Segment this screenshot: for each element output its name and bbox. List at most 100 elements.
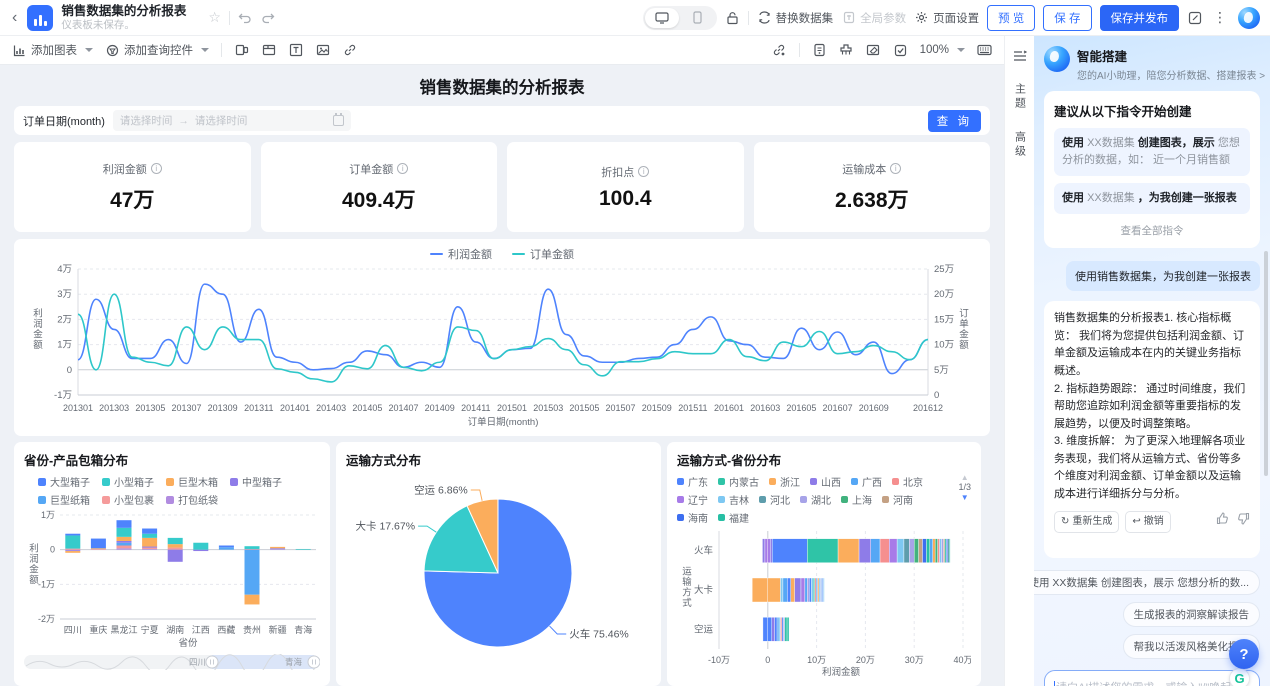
suggestion-chip[interactable]: 使用 XX数据集 ，为我创建一张报表 <box>1054 183 1250 215</box>
legend-item[interactable]: 广西 <box>851 474 882 489</box>
thumbs-up-icon[interactable] <box>1216 512 1229 532</box>
zoom-select[interactable]: 100% <box>920 44 965 56</box>
legend-item[interactable]: 巨型木箱 <box>166 474 218 489</box>
save-button[interactable]: 保 存 <box>1043 4 1092 31</box>
help-button[interactable]: ? <box>1229 639 1259 669</box>
pager-down-icon[interactable]: ▼ <box>961 493 969 502</box>
kpi-card-profit[interactable]: 利润金额 i 47万 <box>14 142 251 232</box>
svg-text:-1万: -1万 <box>54 390 72 401</box>
redo-icon[interactable] <box>261 10 276 25</box>
page-settings-button[interactable]: 页面设置 <box>914 10 979 26</box>
add-query-control-button[interactable]: 添加查询控件 <box>105 42 209 58</box>
keyboard-icon[interactable] <box>977 43 992 58</box>
link-settings-icon[interactable] <box>772 43 787 58</box>
global-params-button[interactable]: 全局参数 <box>841 10 906 26</box>
back-chevron-icon[interactable]: ‹ <box>10 9 19 27</box>
edit-icon[interactable] <box>1187 10 1202 25</box>
datazoom-slider[interactable]: 四川 青海 <box>24 653 321 679</box>
legend-item[interactable]: 山西 <box>810 474 841 489</box>
eraser-icon[interactable] <box>866 43 881 58</box>
save-publish-button[interactable]: 保存并发布 <box>1099 4 1179 31</box>
svg-text:订单金额: 订单金额 <box>959 308 969 351</box>
legend-item[interactable]: 小型箱子 <box>102 474 154 489</box>
refresh-icon: ↻ <box>1061 515 1070 527</box>
preview-button[interactable]: 预 览 <box>987 4 1036 31</box>
thumbs-down-icon[interactable] <box>1237 512 1250 532</box>
kpi-card-discount[interactable]: 折扣点 i 100.4 <box>507 142 744 232</box>
theme-tab[interactable]: 主题 <box>1012 83 1028 111</box>
svg-text:0: 0 <box>934 390 939 401</box>
tab-icon[interactable] <box>261 43 276 58</box>
regenerate-button[interactable]: ↻ 重新生成 <box>1054 510 1120 533</box>
ai-panel-subtitle[interactable]: 您的AI小助理，陪您分析数据、搭建报表 > <box>1077 67 1265 82</box>
mobile-icon[interactable] <box>681 8 715 28</box>
start-date-placeholder: 请选择时间 <box>119 115 173 127</box>
undo-icon[interactable] <box>238 10 253 25</box>
device-toggle[interactable] <box>642 5 717 30</box>
svg-text:201311: 201311 <box>244 403 273 413</box>
legend-item[interactable]: 大型箱子 <box>38 474 90 489</box>
transport-province-card[interactable]: 运输方式-省份分布 广东 内蒙古 浙江 山西 广西 北京 辽宁 吉林 河北 湖北 上海 河南 海南 福建 … <box>667 442 981 686</box>
date-range-input[interactable]: 请选择时间 → 请选择时间 <box>112 110 351 131</box>
svg-text:运输方式: 运输方式 <box>682 566 692 609</box>
clean-canvas-icon[interactable] <box>839 43 854 58</box>
legend-item[interactable]: 小型包裹 <box>102 492 154 507</box>
legend-item[interactable]: 浙江 <box>769 474 800 489</box>
trend-chart-card[interactable]: 利润金额 订单金额 4万 25万 3万 20万 2万 15万 1万 10万 0 5万 -1万 0 2013… <box>14 239 990 436</box>
legend-item[interactable]: 利润金额 <box>430 246 492 262</box>
advanced-tab[interactable]: 高级 <box>1012 131 1028 159</box>
doc-title: 销售数据集的分析报表 <box>61 4 187 19</box>
quick-command-chip[interactable]: 生成报表的洞察解读报告 <box>1122 602 1260 628</box>
legend-item[interactable]: 吉林 <box>718 492 749 507</box>
suggestion-chip[interactable]: 使用 XX数据集 创建图表，展示 您想分析的数据，如： 近一个月销售额 <box>1054 128 1250 177</box>
legend-item[interactable]: 河南 <box>882 492 913 507</box>
legend-item[interactable]: 河北 <box>759 492 790 507</box>
text-icon[interactable] <box>288 43 303 58</box>
bar-chart-legend: 大型箱子 小型箱子 巨型木箱 中型箱子巨型纸箱 小型包裹 打包纸袋 <box>24 474 320 507</box>
svg-text:40万: 40万 <box>953 655 971 665</box>
star-icon[interactable]: ☆ <box>208 9 221 26</box>
kpi-value: 47万 <box>110 188 155 212</box>
legend-item[interactable]: 辽宁 <box>677 492 708 507</box>
province-box-chart-card[interactable]: 省份-产品包箱分布 大型箱子 小型箱子 巨型木箱 中型箱子 巨型纸箱 小型包裹 打包纸袋 1… <box>14 442 330 686</box>
legend-item[interactable]: 海南 <box>677 510 708 525</box>
component-group-icon[interactable] <box>234 43 249 58</box>
desktop-icon[interactable] <box>644 7 679 28</box>
quick-command-chip[interactable]: 使用 XX数据集 创建图表，展示 您想分析的数... <box>1034 570 1260 596</box>
legend-item[interactable]: 上海 <box>841 492 872 507</box>
edit-toolbar: 添加图表 添加查询控件 100% <box>0 36 1004 65</box>
batch-icon[interactable] <box>812 43 827 58</box>
link-icon[interactable] <box>342 43 357 58</box>
legend-item[interactable]: 北京 <box>892 474 923 489</box>
add-chart-button[interactable]: 添加图表 <box>12 42 93 58</box>
legend-item[interactable]: 广东 <box>677 474 708 489</box>
legend-item[interactable]: 订单金额 <box>512 246 574 262</box>
layer-list-icon[interactable] <box>1012 48 1027 63</box>
range-arrow-icon: → <box>178 114 189 127</box>
ai-assistant-icon[interactable] <box>1238 6 1260 29</box>
legend-item[interactable]: 内蒙古 <box>718 474 759 489</box>
ai-input-box[interactable]: 请向AI描述您的需求，或输入"/"唤起快捷指令 G <box>1044 668 1260 686</box>
query-button[interactable]: 查 询 <box>927 109 981 132</box>
grammar-badge-icon[interactable]: G <box>1229 668 1250 686</box>
legend-item[interactable]: 中型箱子 <box>230 474 282 489</box>
checkbox-icon[interactable] <box>893 43 908 58</box>
line-chart: 4万 25万 3万 20万 2万 15万 1万 10万 0 5万 -1万 0 201301 201303 2… <box>33 264 969 428</box>
legend-item[interactable]: 打包纸袋 <box>166 492 218 507</box>
view-all-commands-link[interactable]: 查看全部指令 <box>1054 221 1250 238</box>
kpi-card-order[interactable]: 订单金额 i 409.4万 <box>260 142 497 232</box>
pager-up-icon[interactable]: ▲ <box>961 473 969 482</box>
legend-item[interactable]: 巨型纸箱 <box>38 492 90 507</box>
legend-item[interactable]: 福建 <box>718 510 749 525</box>
ai-reply-card: 销售数据集的分析报表1. 核心指标概览： 我们将为您提供包括利润金额、订单金额及… <box>1044 301 1260 559</box>
undo-reply-button[interactable]: ↩ 撤销 <box>1125 510 1171 533</box>
panel-scrollbar[interactable] <box>1264 251 1268 476</box>
legend-pager[interactable]: ▲ 1/3 ▼ <box>958 469 971 502</box>
lock-icon[interactable] <box>725 10 740 25</box>
kpi-card-shipping[interactable]: 运输成本 i 2.638万 <box>753 142 990 232</box>
more-menu-icon[interactable]: ⋮ <box>1210 9 1230 26</box>
replace-dataset-button[interactable]: 替换数据集 <box>757 10 833 26</box>
image-icon[interactable] <box>315 43 330 58</box>
legend-item[interactable]: 湖北 <box>800 492 831 507</box>
transport-pie-card[interactable]: 运输方式分布 火车 75.46% 大卡 17.67% 空运 6.86% <box>336 442 661 686</box>
